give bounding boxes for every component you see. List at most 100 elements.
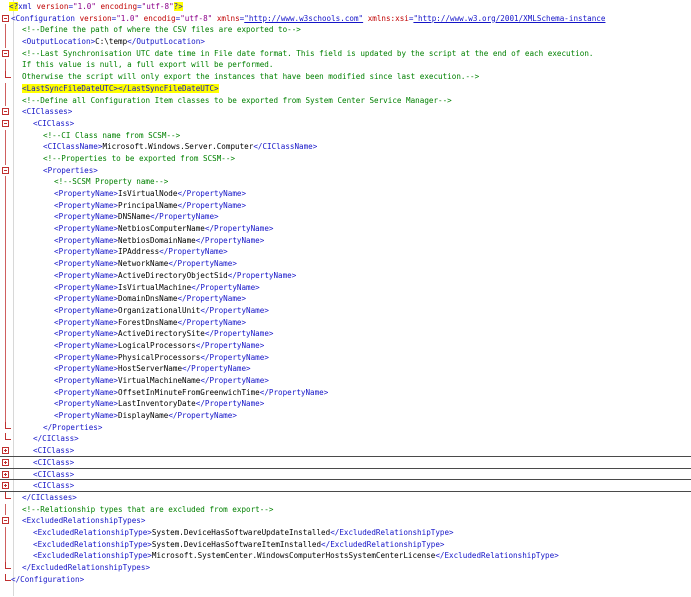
fold-guide (5, 316, 6, 329)
code-line: <ExcludedRelationshipType>Microsoft.Syst… (0, 550, 691, 562)
fold-guide (5, 503, 6, 516)
tag-close: </PropertyName> (200, 376, 269, 385)
tag-open: <ExcludedRelationshipType> (33, 539, 152, 549)
code-line: <ExcludedRelationshipType>System.DeviceH… (0, 526, 691, 539)
expand-toggle-icon[interactable] (2, 470, 9, 478)
tag-open: <PropertyName> (54, 411, 119, 421)
collapse-toggle-icon[interactable] (2, 166, 9, 174)
attr-name: encodig (143, 13, 176, 23)
tag-open: <PropertyName> (54, 305, 119, 315)
tag-open: <CIClasses> (22, 107, 73, 117)
collapsed-ciclass-line[interactable]: <CIClass> (0, 457, 691, 469)
code-line: </CIClass> (0, 433, 691, 445)
code-line: </ExcludedRelationshipTypes> (0, 562, 691, 574)
code-line: <Properties> (0, 165, 691, 177)
schema-link[interactable]: "http://www.w3.org/2001/XMLSchema-instan… (413, 14, 605, 23)
tag-close: </PropertyName> (168, 259, 237, 269)
comment: <!--Relationship types that are excluded… (22, 504, 274, 514)
code-line: <ExcludedRelationshipTypes> (0, 515, 691, 527)
tag-open: <PropertyName> (54, 259, 119, 269)
tag-open: <PropertyName> (54, 282, 119, 292)
property-name-value: OrganizationalUnit (118, 305, 201, 315)
comment: <!--Define the path of where the CSV fil… (22, 25, 301, 35)
code-line: <!--Properties to be exported from SCSM-… (0, 152, 691, 165)
property-name-value: IsVirtualNode (118, 189, 178, 198)
tag-close: </ExcludedRelationshipTypes> (22, 563, 151, 572)
fold-end-marker (5, 71, 11, 79)
xml-declaration-close: ?> (173, 2, 183, 11)
tag-open: <CIClass> (33, 446, 75, 456)
code-line: <OutputLocation>C:\temp</OutputLocation> (0, 36, 691, 48)
tag-open: <ExcludedRelationshipTypes> (22, 516, 146, 526)
code-line: <LastSyncFileDateUTC></LastSyncFileDateU… (0, 82, 691, 95)
fold-guide (5, 550, 6, 562)
code-line: </Configuration> (0, 573, 691, 586)
tag-open: <PropertyName> (54, 270, 119, 280)
fold-guide (5, 281, 6, 294)
tag-close: </PropertyName> (195, 399, 265, 409)
property-name-value: ActiveDirectoryObjectSid (118, 270, 228, 280)
fold-guide (5, 328, 6, 340)
fold-guide (5, 269, 6, 282)
xml-editor[interactable]: <?xml version="1.0" encoding="utf-8"?> <… (0, 0, 691, 596)
property-name-value: VirtualMachineName (118, 376, 201, 385)
attr-name: encoding (100, 2, 138, 11)
fold-guide (5, 36, 6, 48)
fold-guide (5, 141, 6, 153)
xml-declaration-name: xml (18, 2, 32, 11)
excluded-type-value: System.DeviceHasSoftwareUpdateInstalled (151, 527, 331, 537)
property-name-value: IPAddress (118, 247, 160, 257)
code-line: <PropertyName>IPAddress</PropertyName> (0, 246, 691, 259)
collapsed-ciclass-line[interactable]: <CIClass> (0, 469, 691, 481)
fold-guide (5, 223, 6, 235)
fold-guide (5, 152, 6, 165)
attr-value: "utf-8" (141, 2, 174, 11)
code-line: <PropertyName>DisplayName</PropertyName> (0, 410, 691, 422)
tag-open: <PropertyName> (54, 329, 119, 339)
tag-open: <Properties> (43, 165, 98, 175)
tag-open: <PropertyName> (54, 294, 119, 304)
code-line: <ExcludedRelationshipType>System.DeviceH… (0, 538, 691, 551)
fold-guide (5, 351, 6, 364)
fold-guide (5, 234, 6, 247)
collapse-toggle-icon[interactable] (2, 517, 9, 525)
tag-close: </Properties> (43, 422, 103, 432)
expand-toggle-icon[interactable] (2, 458, 9, 466)
fold-guide (5, 538, 6, 551)
tag-close: </PropertyName> (150, 212, 219, 222)
comment: Otherwise the script will only export th… (22, 72, 480, 82)
expand-toggle-icon[interactable] (2, 447, 9, 455)
code-line: <!--Define the path of where the CSV fil… (0, 24, 691, 37)
collapse-toggle-icon[interactable] (2, 49, 9, 57)
expand-toggle-icon[interactable] (2, 482, 9, 490)
collapse-toggle-icon[interactable] (2, 119, 9, 127)
property-name-value: IsVirtualMachine (118, 282, 192, 292)
excluded-type-value: Microsoft.SystemCenter.WindowsComputerHo… (151, 551, 436, 561)
code-line: <PropertyName>VirtualMachineName</Proper… (0, 375, 691, 387)
tag-close: </PropertyName> (177, 200, 247, 210)
code-line: <PropertyName>LastInventoryDate</Propert… (0, 398, 691, 411)
tag-close: </CIClassName> (253, 142, 318, 152)
fold-guide (5, 199, 6, 212)
tag-open: <PropertyName> (54, 364, 119, 374)
tag-close: </PropertyName> (182, 364, 251, 374)
collapsed-ciclass-line[interactable]: <CIClass> (0, 480, 691, 492)
code-area[interactable]: <?xml version="1.0" encoding="utf-8"?> <… (0, 1, 691, 585)
collapse-toggle-icon[interactable] (2, 108, 9, 116)
tag-open: <PropertyName> (54, 212, 119, 222)
code-line: <!--Last Synchronisation UTC date time i… (0, 48, 691, 60)
tag-open: <ExcludedRelationshipType> (33, 551, 152, 561)
code-line: <?xml version="1.0" encoding="utf-8"?> (9, 2, 183, 11)
code-line: <CIClass> (0, 118, 691, 130)
tag-open: <CIClass> (33, 469, 75, 479)
collapse-toggle-icon[interactable] (2, 14, 9, 22)
code-line: <PropertyName>PhysicalProcessors</Proper… (0, 351, 691, 364)
code-line: </Properties> (0, 421, 691, 434)
fold-guide (5, 304, 6, 317)
output-location-value: C:\temp (95, 37, 128, 47)
tag-open: <PropertyName> (54, 317, 119, 327)
attr-name: version (79, 13, 112, 23)
collapsed-ciclass-line[interactable]: <CIClass> (0, 445, 691, 457)
code-line: <CIClasses> (0, 106, 691, 118)
namespace-link[interactable]: "http://www.w3schools.com" (244, 14, 363, 23)
